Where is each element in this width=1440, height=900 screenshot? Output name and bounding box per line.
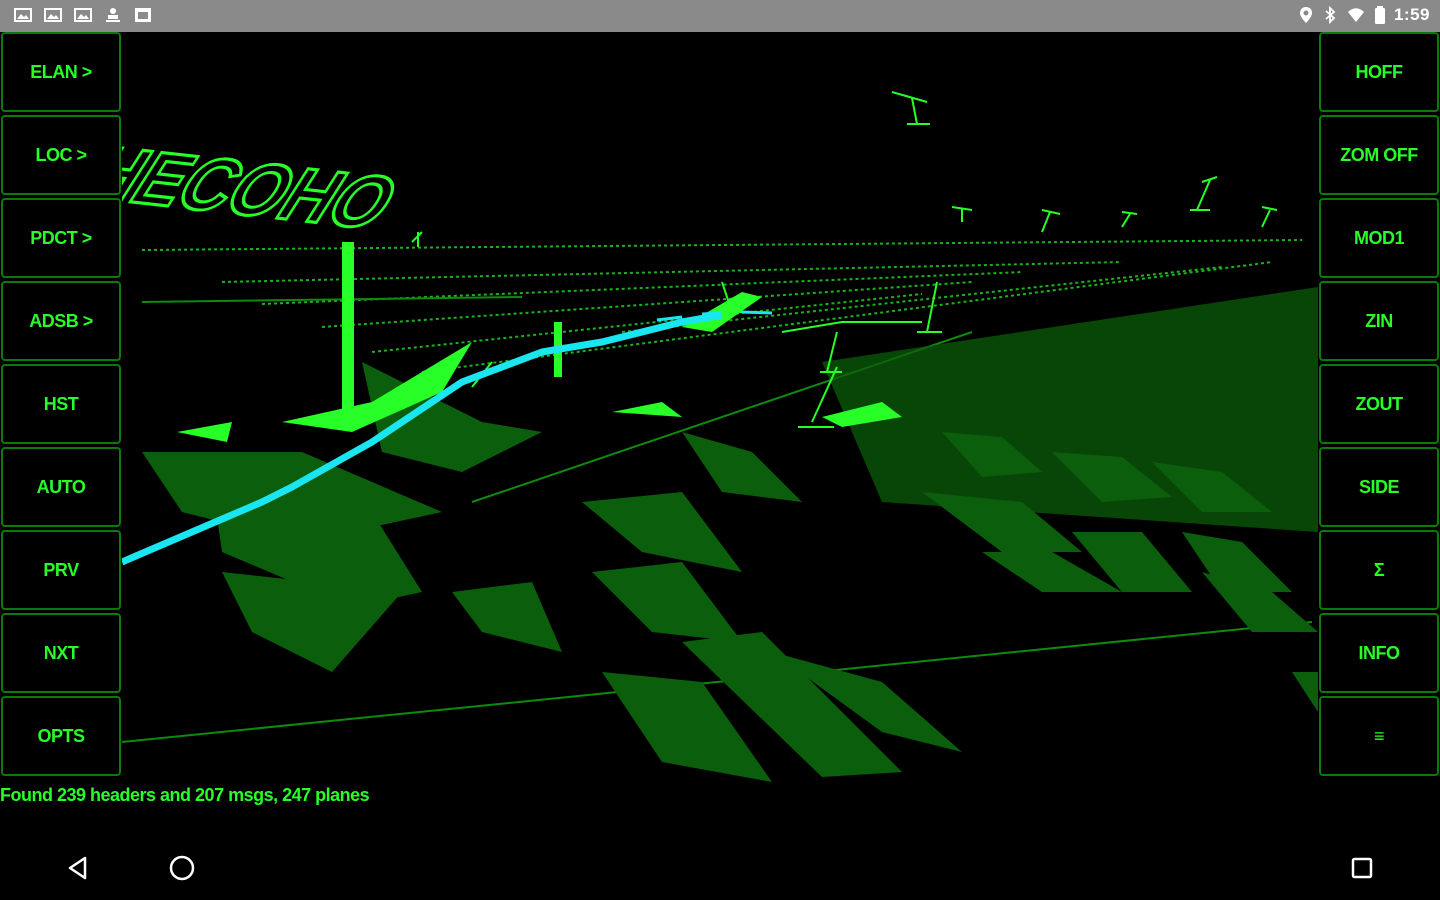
location-icon: [1299, 7, 1312, 23]
side-button[interactable]: SIDE: [1319, 447, 1439, 527]
bluetooth-icon: [1325, 6, 1336, 24]
status-message: Found 239 headers and 207 msgs, 247 plan…: [0, 785, 370, 805]
adsb-button[interactable]: ADSB >: [1, 281, 121, 361]
opts-button[interactable]: OPTS: [1, 696, 121, 776]
sum-button[interactable]: Σ: [1319, 530, 1439, 610]
nxt-button[interactable]: NXT: [1, 613, 121, 693]
zoom-off-button[interactable]: ZOM OFF: [1319, 115, 1439, 195]
left-button-column: ELAN > LOC > PDCT > ADSB > HST AUTO PRV …: [0, 32, 122, 779]
hst-button[interactable]: HST: [1, 364, 121, 444]
home-button[interactable]: [162, 848, 202, 888]
navigation-bar: [0, 830, 1440, 900]
zoom-in-button[interactable]: ZIN: [1319, 281, 1439, 361]
scene-label: ZHECOHO: [122, 127, 414, 245]
mod1-button[interactable]: MOD1: [1319, 198, 1439, 278]
clock: 1:59: [1393, 5, 1430, 24]
gallery-icon: [135, 8, 151, 22]
recents-icon: [1351, 857, 1373, 879]
image-icon: [74, 8, 92, 22]
3d-scene[interactable]: ZHECOHO: [122, 32, 1318, 782]
menu-button[interactable]: ≡: [1319, 696, 1439, 776]
system-tray: 1:59: [1298, 5, 1430, 25]
hoff-button[interactable]: HOFF: [1319, 32, 1439, 112]
right-button-column: HOFF ZOM OFF MOD1 ZIN ZOUT SIDE Σ INFO ≡: [1318, 32, 1440, 779]
back-icon: [68, 856, 87, 880]
info-button[interactable]: INFO: [1319, 613, 1439, 693]
zoom-out-button[interactable]: ZOUT: [1319, 364, 1439, 444]
pdct-button[interactable]: PDCT >: [1, 198, 121, 278]
status-bar: 1:59: [0, 0, 1440, 32]
home-icon: [169, 855, 195, 881]
plane-markers: [177, 242, 902, 442]
back-button[interactable]: [58, 848, 98, 888]
battery-icon: [1374, 6, 1385, 24]
3d-radar-viewport[interactable]: ZHECOHO: [122, 32, 1318, 782]
auto-button[interactable]: AUTO: [1, 447, 121, 527]
elan-button[interactable]: ELAN >: [1, 32, 121, 112]
image-icon: [14, 8, 32, 22]
notification-area: [14, 7, 152, 23]
prv-button[interactable]: PRV: [1, 530, 121, 610]
wifi-icon: [1347, 8, 1364, 22]
image-icon: [44, 8, 62, 22]
download-icon: [106, 8, 120, 22]
recents-button[interactable]: [1342, 848, 1382, 888]
loc-button[interactable]: LOC >: [1, 115, 121, 195]
